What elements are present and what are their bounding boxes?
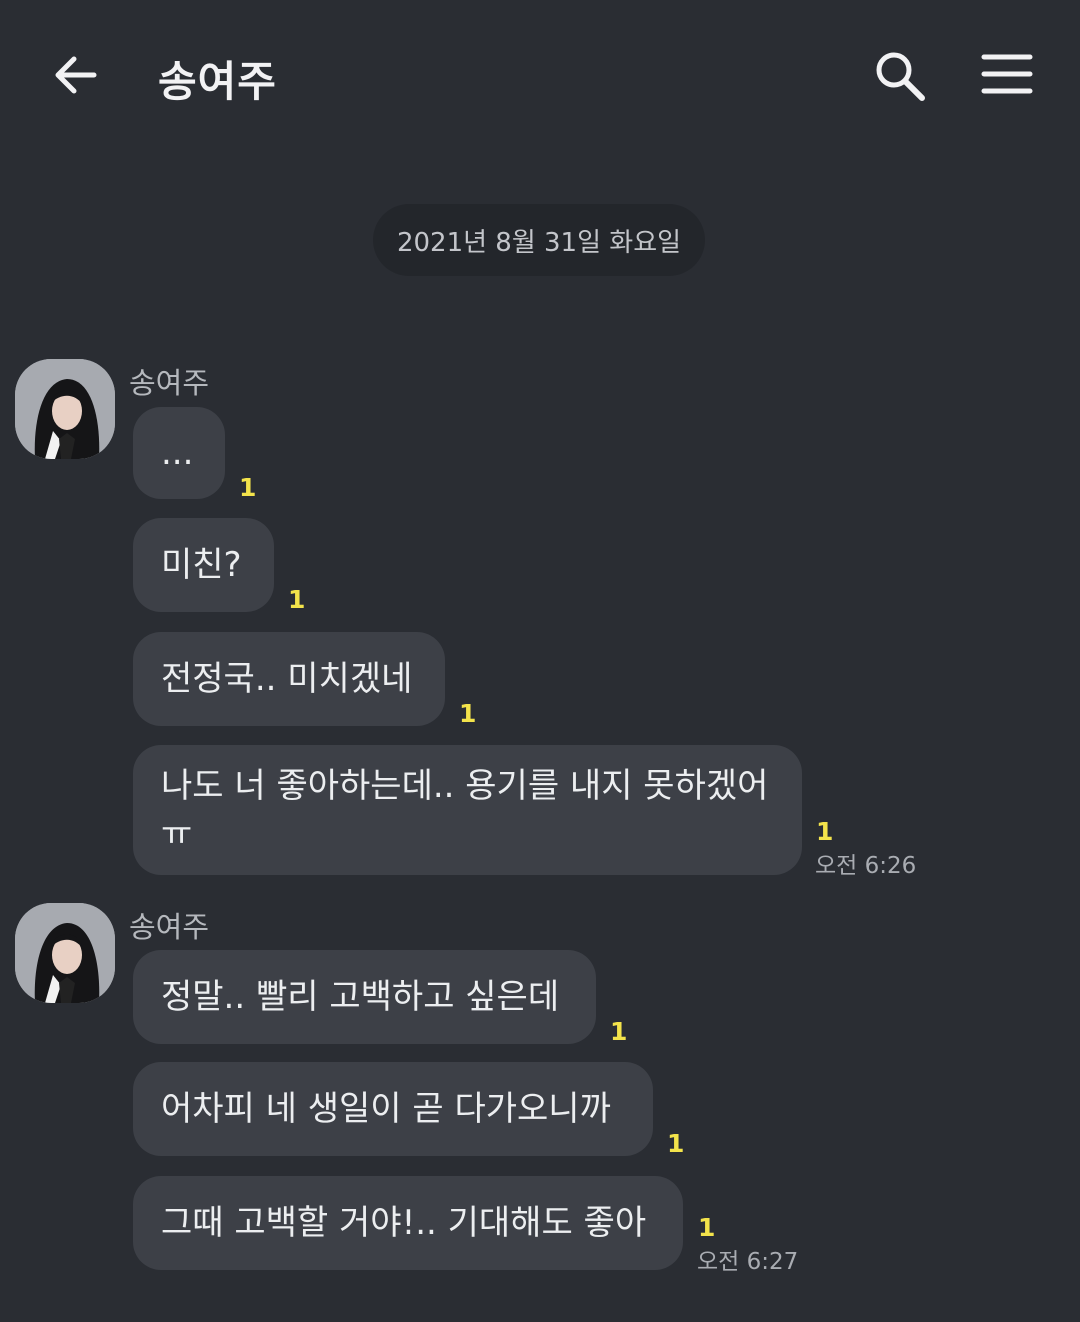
message-bubble[interactable]: 그때 고백할 거야!.. 기대해도 좋아	[133, 1176, 683, 1270]
back-button[interactable]	[48, 48, 104, 102]
unread-count: 1	[667, 1129, 685, 1158]
menu-button[interactable]	[980, 52, 1034, 98]
unread-count: 1	[459, 699, 477, 728]
profile-photo-icon	[15, 903, 115, 1003]
sender-name: 송여주	[129, 910, 210, 944]
message-bubble[interactable]: 나도 너 좋아하는데.. 용기를 내지 못하겠어ㅠ	[133, 745, 802, 875]
message-time: 오전 6:27	[697, 1249, 799, 1275]
unread-count: 1	[610, 1017, 628, 1046]
profile-photo-icon	[15, 359, 115, 459]
message-bubble[interactable]: ...	[133, 407, 225, 499]
message-bubble[interactable]: 전정국.. 미치겠네	[133, 632, 445, 726]
message-time: 오전 6:26	[815, 853, 917, 879]
sender-name: 송여주	[129, 366, 210, 400]
unread-count: 1	[816, 817, 834, 846]
message-bubble[interactable]: 정말.. 빨리 고백하고 싶은데	[133, 950, 596, 1044]
chat-header: 송여주	[0, 0, 1080, 150]
message-bubble[interactable]: 미친?	[133, 518, 274, 612]
unread-count: 1	[288, 585, 306, 614]
search-icon	[876, 52, 925, 101]
arrow-left-icon	[55, 56, 97, 94]
avatar[interactable]	[15, 903, 115, 1003]
message-bubble[interactable]: 어차피 네 생일이 곧 다가오니까	[133, 1062, 653, 1156]
avatar[interactable]	[15, 359, 115, 459]
chat-title: 송여주	[158, 57, 277, 106]
search-button[interactable]	[872, 48, 930, 104]
hamburger-menu-icon	[981, 54, 1033, 94]
unread-count: 1	[239, 473, 257, 502]
unread-count: 1	[698, 1213, 716, 1242]
date-divider: 2021년 8월 31일 화요일	[373, 204, 705, 276]
